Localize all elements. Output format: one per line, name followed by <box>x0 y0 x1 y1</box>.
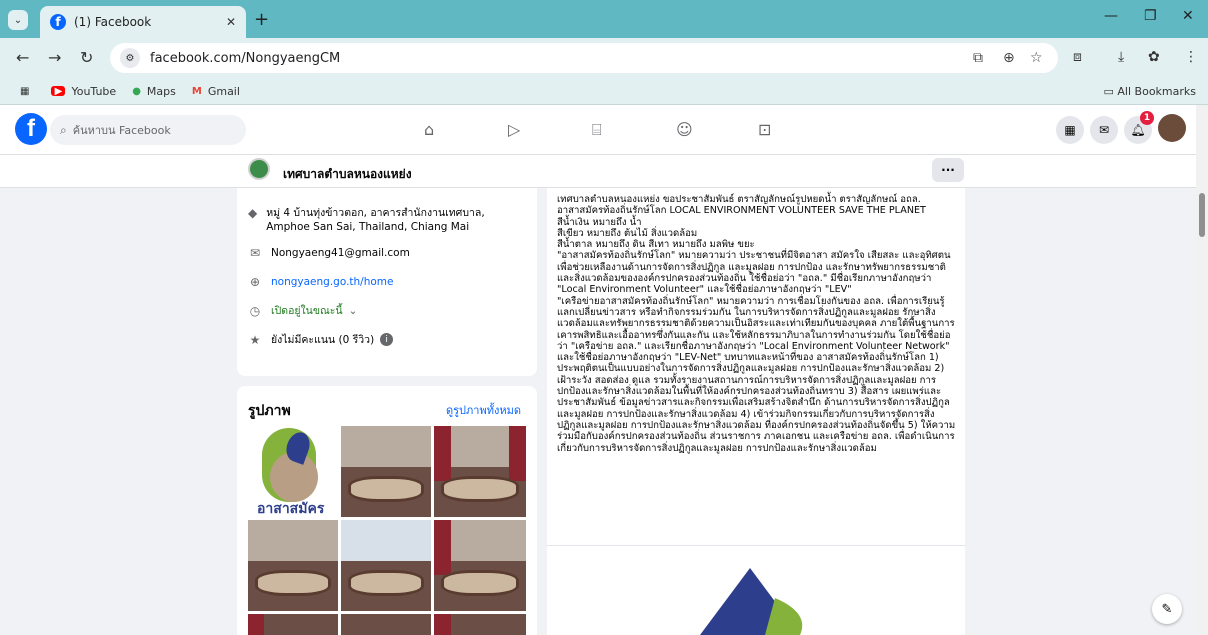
chevron-down-icon: ⌄ <box>348 305 358 317</box>
page-title[interactable]: เทศบาลตำบลหนองแหย่ง <box>283 165 412 184</box>
reload-icon[interactable]: ↻ <box>80 48 93 67</box>
volunteer-logo-graphic <box>700 568 803 635</box>
new-tab-button[interactable]: + <box>254 9 269 30</box>
bookmark-gmail[interactable]: M Gmail <box>192 85 240 98</box>
bookmark-youtube[interactable]: ▶ YouTube <box>51 85 116 98</box>
photo-thumbnail[interactable] <box>434 614 526 635</box>
scrollbar-thumb[interactable] <box>1199 193 1205 237</box>
scrollbar[interactable] <box>1196 105 1208 635</box>
site-info-icon[interactable]: ⚙ <box>120 48 140 68</box>
minimize-icon[interactable]: — <box>1104 8 1118 24</box>
avatar[interactable] <box>1158 114 1186 142</box>
post-image[interactable] <box>680 568 820 635</box>
bookmarks-bar: ▦ ▶ YouTube ● Maps M Gmail ▭ All Bookmarks <box>0 78 1208 105</box>
address-row: ◆ หมู่ 4 บ้านทุ่งข้าวตอก, อาคารสำนักงานเ… <box>248 206 485 233</box>
gaming-icon[interactable]: ⊡ <box>758 120 771 139</box>
video-icon[interactable]: ▷ <box>508 120 520 139</box>
url-text: facebook.com/NongyaengCM <box>150 50 341 66</box>
apps-icon[interactable]: ▦ <box>20 86 35 97</box>
zoom-icon[interactable]: ⊕ <box>1003 50 1015 66</box>
extensions-icon[interactable]: ⧈ <box>1073 49 1082 65</box>
compose-message-icon[interactable]: ✎ <box>1152 594 1182 624</box>
location-icon: ◆ <box>248 206 258 220</box>
download-icon[interactable]: ⤓ <box>1118 49 1124 65</box>
forward-icon[interactable]: → <box>48 48 61 67</box>
tab-title: (1) Facebook <box>74 15 152 29</box>
menu-grid-icon[interactable]: ▦ <box>1056 116 1084 144</box>
website-row[interactable]: ⊕ nongyaeng.go.th/home <box>248 275 394 289</box>
profile-icon[interactable]: ✿ <box>1148 49 1160 65</box>
rating-row: ★ ยังไม่มีคะแนน (0 รีวิว) i <box>248 333 394 347</box>
photo-thumbnail[interactable] <box>248 614 338 635</box>
marketplace-icon[interactable]: ⌸ <box>592 120 602 140</box>
folder-icon: ▭ <box>1103 85 1114 98</box>
facebook-search-input[interactable]: ⌕ ค้นหาบน Facebook <box>50 115 246 145</box>
home-icon[interactable]: ⌂ <box>424 120 434 139</box>
youtube-icon: ▶ <box>51 86 66 97</box>
info-icon[interactable]: i <box>380 333 394 346</box>
photo-thumbnail[interactable] <box>248 520 338 611</box>
chrome-menu-icon[interactable]: ⋮ <box>1184 49 1198 65</box>
messenger-icon[interactable]: ✉ <box>1090 116 1118 144</box>
photo-thumbnail[interactable] <box>434 426 526 517</box>
clock-icon: ◷ <box>249 304 261 318</box>
facebook-logo-icon[interactable]: f <box>15 113 47 145</box>
photo-thumbnail[interactable] <box>434 520 526 611</box>
search-icon: ⌕ <box>60 122 67 137</box>
install-app-icon[interactable]: ⧉ <box>973 50 983 66</box>
globe-icon: ⊕ <box>249 275 261 289</box>
email-icon: ✉ <box>249 246 261 260</box>
hours-row[interactable]: ◷ เปิดอยู่ในขณะนี้ ⌄ <box>248 304 358 318</box>
tab-close-icon[interactable]: ✕ <box>226 15 236 29</box>
more-options-button[interactable]: ··· <box>932 158 964 182</box>
tab-search-button[interactable]: ⌄ <box>8 10 28 30</box>
back-icon[interactable]: ← <box>16 48 29 67</box>
page-logo[interactable] <box>248 158 270 180</box>
post-body-text: เทศบาลตำบลหนองแหย่ง ขอประชาสัมพันธ์ ตราส… <box>557 194 956 454</box>
facebook-favicon-icon: f <box>50 14 66 30</box>
star-icon: ★ <box>249 333 261 347</box>
photos-title: รูปภาพ <box>248 403 291 419</box>
bookmark-star-icon[interactable]: ☆ <box>1030 50 1043 66</box>
address-bar[interactable]: ⚙ facebook.com/NongyaengCM <box>110 43 1058 73</box>
bookmark-maps[interactable]: ● Maps <box>132 85 176 98</box>
notification-badge: 1 <box>1140 111 1154 125</box>
all-bookmarks-button[interactable]: ▭ All Bookmarks <box>1104 85 1197 98</box>
photo-thumbnail[interactable] <box>341 426 431 517</box>
page-header-bar <box>0 155 1196 188</box>
groups-icon[interactable]: ☺ <box>676 120 693 139</box>
photo-thumbnail[interactable] <box>341 614 431 635</box>
divider <box>547 545 965 546</box>
gmail-icon: M <box>191 85 202 97</box>
email-row[interactable]: ✉ Nongyaeng41@gmail.com <box>248 246 410 260</box>
logo-text: อาสาสมัคร <box>257 501 325 517</box>
photo-thumbnail[interactable] <box>341 520 431 611</box>
restore-icon[interactable]: ❐ <box>1144 8 1157 24</box>
browser-tab[interactable]: f (1) Facebook ✕ <box>40 6 246 38</box>
maps-icon: ● <box>132 85 141 97</box>
window-close-icon[interactable]: ✕ <box>1182 8 1194 24</box>
see-all-photos-link[interactable]: ดูรูปภาพทั้งหมด <box>446 401 521 419</box>
